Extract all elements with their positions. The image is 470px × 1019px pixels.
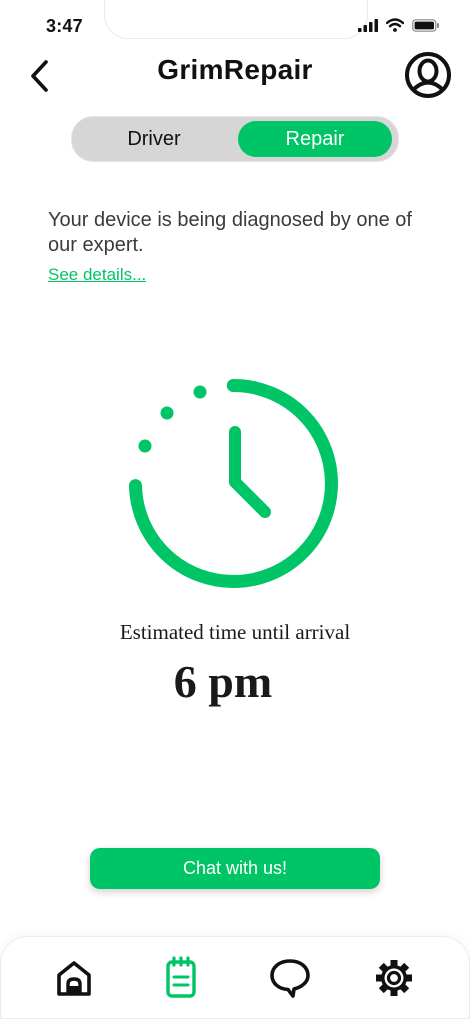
chat-bubble-icon: [270, 959, 310, 998]
clock-icon: [129, 379, 338, 588]
eta-value: 6 pm: [173, 656, 273, 707]
clock-dot: [193, 385, 207, 399]
signal-icon: [358, 18, 378, 32]
see-details-link[interactable]: See details...: [48, 265, 146, 285]
nav-tasks[interactable]: [159, 956, 203, 1000]
chat-button[interactable]: Chat with us!: [90, 848, 380, 889]
tab-repair[interactable]: Repair: [238, 121, 392, 157]
profile-button[interactable]: [404, 51, 452, 99]
diagnosis-message: Your device is being diagnosed by one of…: [48, 209, 412, 256]
nav-home[interactable]: [52, 956, 96, 1000]
status-time: 3:47: [46, 16, 83, 36]
tab-driver[interactable]: Driver: [76, 121, 232, 157]
nav-messages[interactable]: [268, 956, 312, 1000]
clock-hands: [229, 426, 271, 518]
nav-settings[interactable]: [372, 956, 416, 1000]
device-notch: [104, 0, 368, 39]
eta-label: Estimated time until arrival: [119, 620, 351, 644]
gear-icon: [376, 960, 412, 996]
wifi-icon: [386, 18, 404, 32]
home-icon: [57, 961, 91, 996]
notepad-icon: [166, 956, 196, 998]
user-profile-icon: [405, 52, 451, 98]
mode-segmented-control: Driver Repair: [71, 116, 399, 162]
page-title: GrimRepair: [157, 54, 313, 85]
status-icons: [358, 18, 440, 32]
battery-icon: [412, 18, 439, 32]
clock-dot: [138, 439, 152, 453]
clock-dot: [160, 406, 174, 420]
